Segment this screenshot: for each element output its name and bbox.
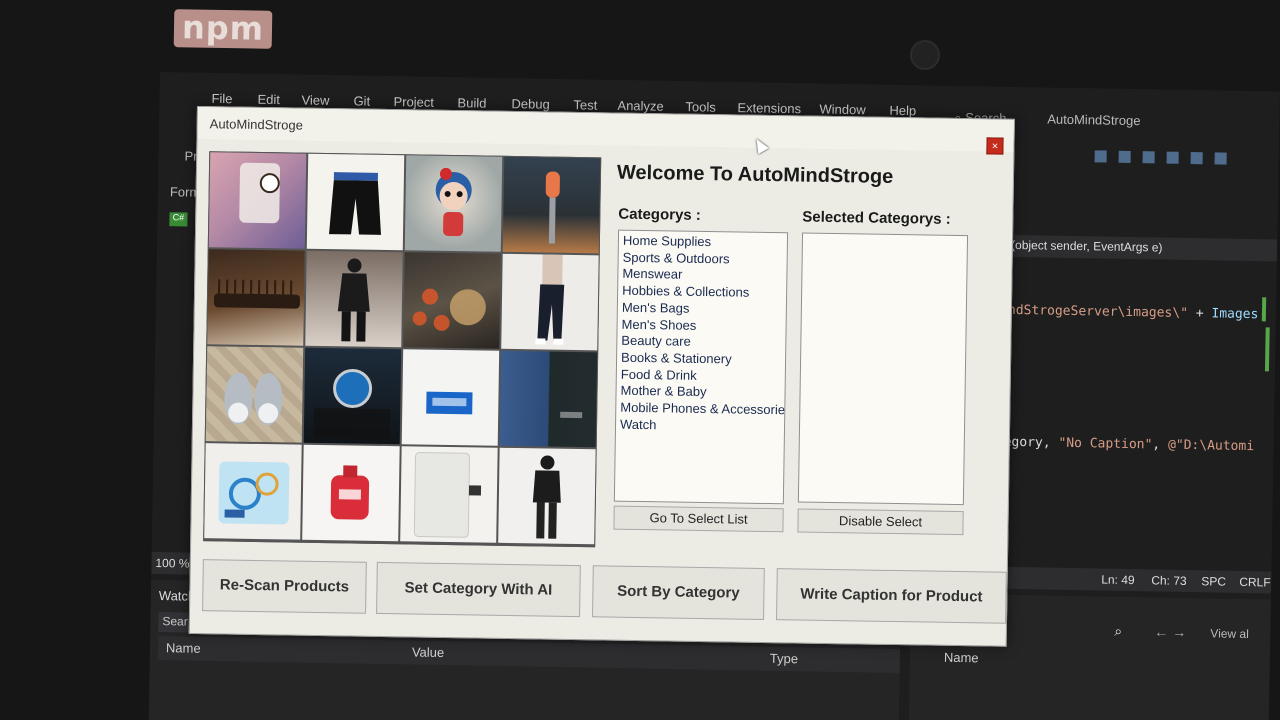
black-shorts-image (329, 172, 381, 235)
category-item[interactable]: Men's Bags (622, 300, 782, 319)
automindstroge-dialog: AutoMindStroge × Welcome To AutoMindStro… (188, 106, 1015, 647)
csharp-file-icon: C# (169, 212, 188, 227)
code-text: , (1152, 437, 1169, 453)
laptop-bezel: npm File Edit View Git Project Build Deb… (0, 0, 1280, 720)
code-text: egory, (1003, 434, 1059, 451)
man-in-suit-image (337, 258, 370, 342)
tea-set-image (412, 288, 486, 331)
change-marker (1264, 327, 1270, 372)
blue-card-image (426, 391, 473, 415)
product-thumbnail[interactable] (204, 443, 302, 540)
wrist-watch-image (313, 368, 391, 440)
npm-sticker: npm (173, 8, 273, 49)
menu-edit[interactable]: Edit (257, 92, 280, 107)
line-endings: CRLF (1239, 574, 1271, 590)
code-line: ndStrogeServer\images\" + Images (1008, 303, 1259, 322)
column-name[interactable]: Name (166, 640, 201, 656)
selected-categories-listbox[interactable] (797, 232, 969, 506)
bollard-image (545, 171, 560, 244)
menu-view[interactable]: View (301, 92, 329, 107)
man-in-jeans-image (535, 254, 565, 345)
menu-debug[interactable]: Debug (511, 96, 550, 112)
man-standing-image (532, 455, 561, 539)
column-type[interactable]: Type (770, 651, 798, 666)
product-image-grid (203, 151, 602, 548)
baby-shoes-image (224, 372, 283, 426)
back-forward-arrows[interactable]: ← → (1154, 623, 1186, 640)
code-text: + (1187, 305, 1212, 322)
watch-on-pink-image (239, 162, 281, 224)
product-thumbnail[interactable] (401, 349, 500, 446)
line-number: Ln: 49 (1101, 572, 1135, 588)
code-string: @"D:\Automi (1167, 437, 1255, 455)
selected-categories-label: Selected Categorys : (802, 208, 951, 228)
close-button[interactable]: × (986, 137, 1004, 155)
change-marker (1261, 297, 1267, 322)
search-icon[interactable]: ⌕ (1114, 623, 1122, 640)
menu-test[interactable]: Test (573, 97, 597, 112)
rescan-products-button[interactable]: Re-Scan Products (202, 559, 367, 614)
product-thumbnail[interactable] (498, 447, 596, 545)
vs-toolbar (1088, 146, 1278, 169)
code-identifier: Images (1211, 306, 1259, 323)
product-thumbnail[interactable] (205, 346, 304, 443)
menu-build[interactable]: Build (457, 95, 486, 111)
menu-git[interactable]: Git (353, 93, 370, 108)
code-string: ndStrogeServer\images\" (1007, 302, 1189, 321)
menu-project[interactable]: Project (393, 94, 434, 110)
category-item[interactable]: Home Supplies (623, 233, 783, 252)
product-thumbnail[interactable] (502, 156, 601, 254)
menu-help[interactable]: Help (889, 103, 916, 118)
category-item[interactable]: Watch (620, 416, 780, 435)
sort-by-category-button[interactable]: Sort By Category (592, 565, 765, 620)
jeans-and-bag-image (560, 411, 583, 419)
code-string: "No Caption" (1058, 435, 1153, 453)
code-line: egory, "No Caption", @"D:\Automi (1004, 435, 1255, 454)
product-thumbnail[interactable] (306, 153, 405, 251)
product-thumbnail[interactable] (400, 446, 498, 543)
category-item[interactable]: Books & Stationery (621, 350, 781, 369)
comb-image (213, 279, 300, 309)
category-item[interactable]: Mobile Phones & Accessories (620, 400, 788, 419)
product-thumbnail[interactable] (499, 350, 598, 448)
char-number: Ch: 73 (1151, 573, 1187, 588)
toolbar-icon[interactable] (1094, 150, 1107, 163)
toolbar-icon[interactable] (1214, 152, 1227, 165)
toolbar-icon[interactable] (1142, 151, 1155, 164)
categories-listbox[interactable]: Home Supplies Sports & Outdoors Menswear… (613, 229, 789, 505)
vs-solution-title: AutoMindStroge (1047, 111, 1141, 129)
column-name[interactable]: Name (944, 650, 979, 666)
product-thumbnail[interactable] (302, 444, 400, 542)
dialog-title: AutoMindStroge (209, 116, 304, 133)
disable-select-button[interactable]: Disable Select (797, 508, 964, 536)
product-thumbnail[interactable] (404, 155, 503, 252)
product-thumbnail[interactable] (403, 252, 501, 349)
go-to-select-list-button[interactable]: Go To Select List (613, 505, 784, 533)
menu-tools[interactable]: Tools (685, 99, 716, 115)
welcome-heading: Welcome To AutoMindStroge (616, 161, 894, 188)
menu-analyze[interactable]: Analyze (617, 98, 664, 114)
zoom-level[interactable]: 100 % (155, 556, 189, 571)
method-dropdown[interactable]: (object sender, EventArgs e) (1006, 234, 1278, 262)
detergent-bottle-image (330, 465, 370, 520)
categories-label: Categorys : (618, 205, 702, 224)
set-category-ai-button[interactable]: Set Category With AI (376, 561, 581, 618)
product-thumbnail[interactable] (305, 250, 403, 348)
webcam (910, 40, 940, 70)
toolbar-icon[interactable] (1190, 152, 1203, 165)
water-dispenser-image (413, 452, 482, 538)
product-thumbnail[interactable] (501, 253, 599, 351)
product-thumbnail[interactable] (208, 152, 307, 249)
write-caption-button[interactable]: Write Caption for Product (775, 568, 1007, 624)
toy-doll-image (435, 167, 472, 237)
view-all-link[interactable]: View al (1210, 626, 1249, 641)
product-thumbnail[interactable] (303, 347, 402, 445)
toy-track-image (218, 461, 290, 525)
toolbar-icon[interactable] (1118, 150, 1131, 163)
toolbar-icon[interactable] (1166, 151, 1179, 164)
indent-mode: SPC (1201, 574, 1227, 589)
menu-file[interactable]: File (211, 91, 232, 106)
column-value[interactable]: Value (412, 644, 445, 660)
product-thumbnail[interactable] (207, 249, 305, 346)
